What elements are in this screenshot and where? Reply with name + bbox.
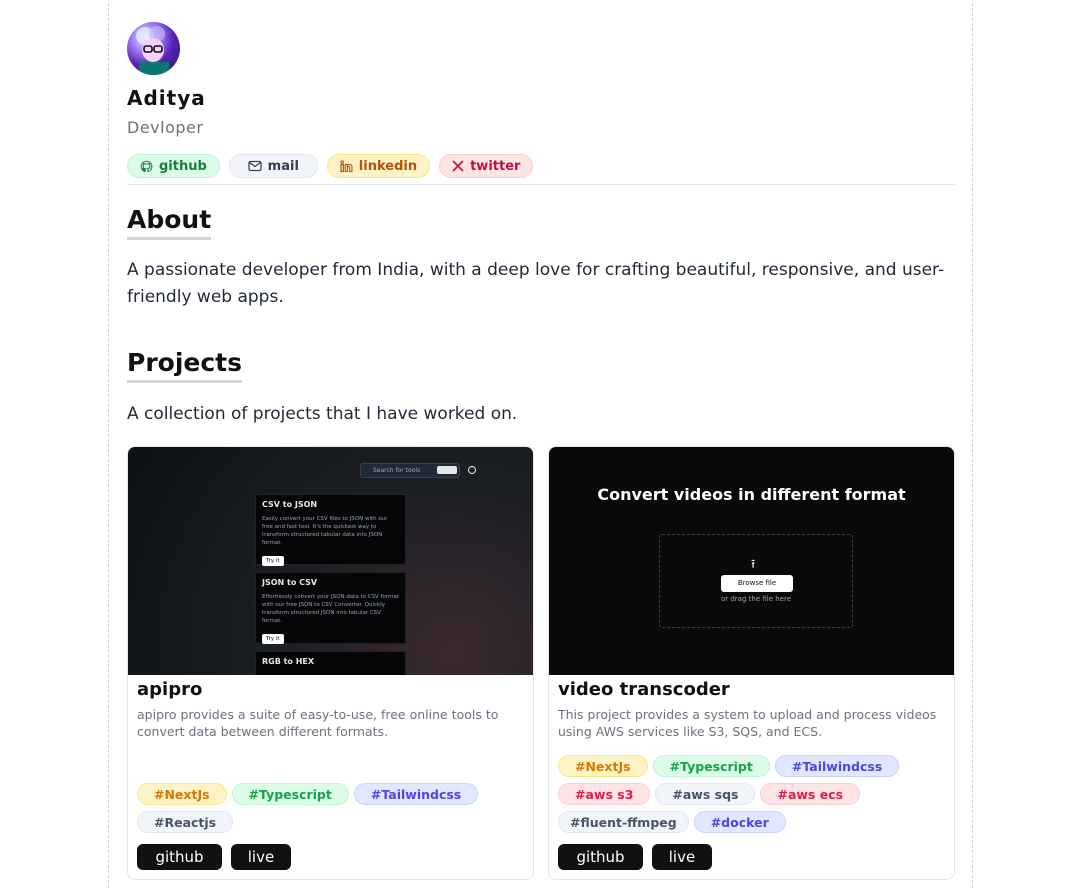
- tag: #aws ecs: [760, 783, 861, 805]
- tag: #NextJs: [558, 755, 648, 777]
- divider: [127, 184, 955, 185]
- thumb-tool-desc: Easily convert your CSV files to JSON wi…: [262, 516, 388, 546]
- thumb-browse-button: Browse file: [721, 575, 793, 592]
- thumb-tool-name: JSON to CSV: [262, 578, 318, 587]
- projects-intro: A collection of projects that I have wor…: [127, 404, 518, 424]
- tag: #Tailwindcss: [353, 783, 479, 805]
- mail-icon: [248, 160, 262, 172]
- linkedin-label: linkedin: [358, 158, 418, 174]
- projects-heading: Projects: [127, 348, 243, 383]
- tag: #Typescript: [231, 783, 349, 805]
- upload-icon: ⭱: [751, 557, 756, 571]
- tag: #aws sqs: [655, 783, 756, 805]
- thumb-drag-text: or drag the file here: [720, 595, 792, 603]
- mail-link[interactable]: mail: [228, 154, 318, 178]
- tag: #fluent-ffmpeg: [558, 811, 689, 833]
- moon-icon: [468, 466, 476, 474]
- page-container: Aditya Devloper github mail linkedin twi…: [108, 0, 973, 888]
- thumb-tool-name: CSV to JSON: [262, 500, 318, 509]
- thumb-tool-desc: Effortlessly convert your JSON data to C…: [262, 594, 399, 624]
- thumb-tool-button: Try it: [262, 634, 284, 644]
- thumb-tool-name: RGB to HEX: [262, 657, 315, 666]
- social-links: github mail linkedin twitter: [127, 154, 534, 178]
- project-thumbnail[interactable]: Convert videos in different format ⭱ Bro…: [549, 447, 954, 675]
- about-heading: About: [127, 205, 212, 240]
- tag: #Tailwindcss: [774, 755, 900, 777]
- thumb-tool-card: RGB to HEX: [255, 651, 406, 675]
- tag: #aws s3: [558, 783, 651, 805]
- thumb-tool-button: Try it: [262, 556, 284, 566]
- thumb-tool-card: CSV to JSON Easily convert your CSV file…: [255, 494, 406, 566]
- project-title: video transcoder: [558, 679, 730, 700]
- project-buttons: github live: [137, 844, 291, 870]
- tag: #docker: [693, 811, 786, 833]
- thumb-dropzone: ⭱ Browse file or drag the file here: [659, 534, 853, 628]
- github-link[interactable]: github: [127, 154, 220, 178]
- linkedin-link[interactable]: linkedin: [326, 154, 431, 178]
- project-buttons: github live: [558, 844, 712, 870]
- thumb-shortcut-badge: [437, 466, 457, 474]
- project-title: apipro: [137, 679, 203, 700]
- project-description: This project provides a system to upload…: [558, 707, 937, 739]
- github-label: github: [159, 158, 207, 174]
- tag: #Reactjs: [137, 811, 234, 833]
- twitter-label: twitter: [470, 158, 521, 174]
- project-tags: #NextJs #Typescript #Tailwindcss #Reactj…: [137, 783, 532, 833]
- live-button[interactable]: live: [652, 844, 712, 870]
- project-card-video-transcoder: Convert videos in different format ⭱ Bro…: [548, 446, 955, 880]
- project-card-apipro: Search for tools CSV to JSON Easily conv…: [127, 446, 534, 880]
- about-text: A passionate developer from India, with …: [127, 260, 945, 307]
- linkedin-icon: [340, 159, 353, 172]
- thumb-tool-card: JSON to CSV Effortlessly convert your JS…: [255, 572, 406, 644]
- tag: #Typescript: [652, 755, 770, 777]
- twitter-link[interactable]: twitter: [439, 154, 534, 178]
- profile-name: Aditya: [127, 86, 206, 110]
- tag: #NextJs: [137, 783, 227, 805]
- x-icon: [452, 160, 464, 172]
- profile-role: Devloper: [127, 118, 204, 137]
- project-tags: #NextJs #Typescript #Tailwindcss #aws s3…: [558, 755, 953, 833]
- project-thumbnail[interactable]: Search for tools CSV to JSON Easily conv…: [128, 447, 533, 675]
- github-icon: [140, 160, 153, 172]
- avatar: [127, 22, 180, 75]
- mail-label: mail: [267, 158, 299, 174]
- project-description: apipro provides a suite of easy-to-use, …: [137, 707, 499, 739]
- github-button[interactable]: github: [137, 844, 222, 870]
- github-button[interactable]: github: [558, 844, 643, 870]
- live-button[interactable]: live: [231, 844, 291, 870]
- thumb-heading: Convert videos in different format: [597, 485, 906, 504]
